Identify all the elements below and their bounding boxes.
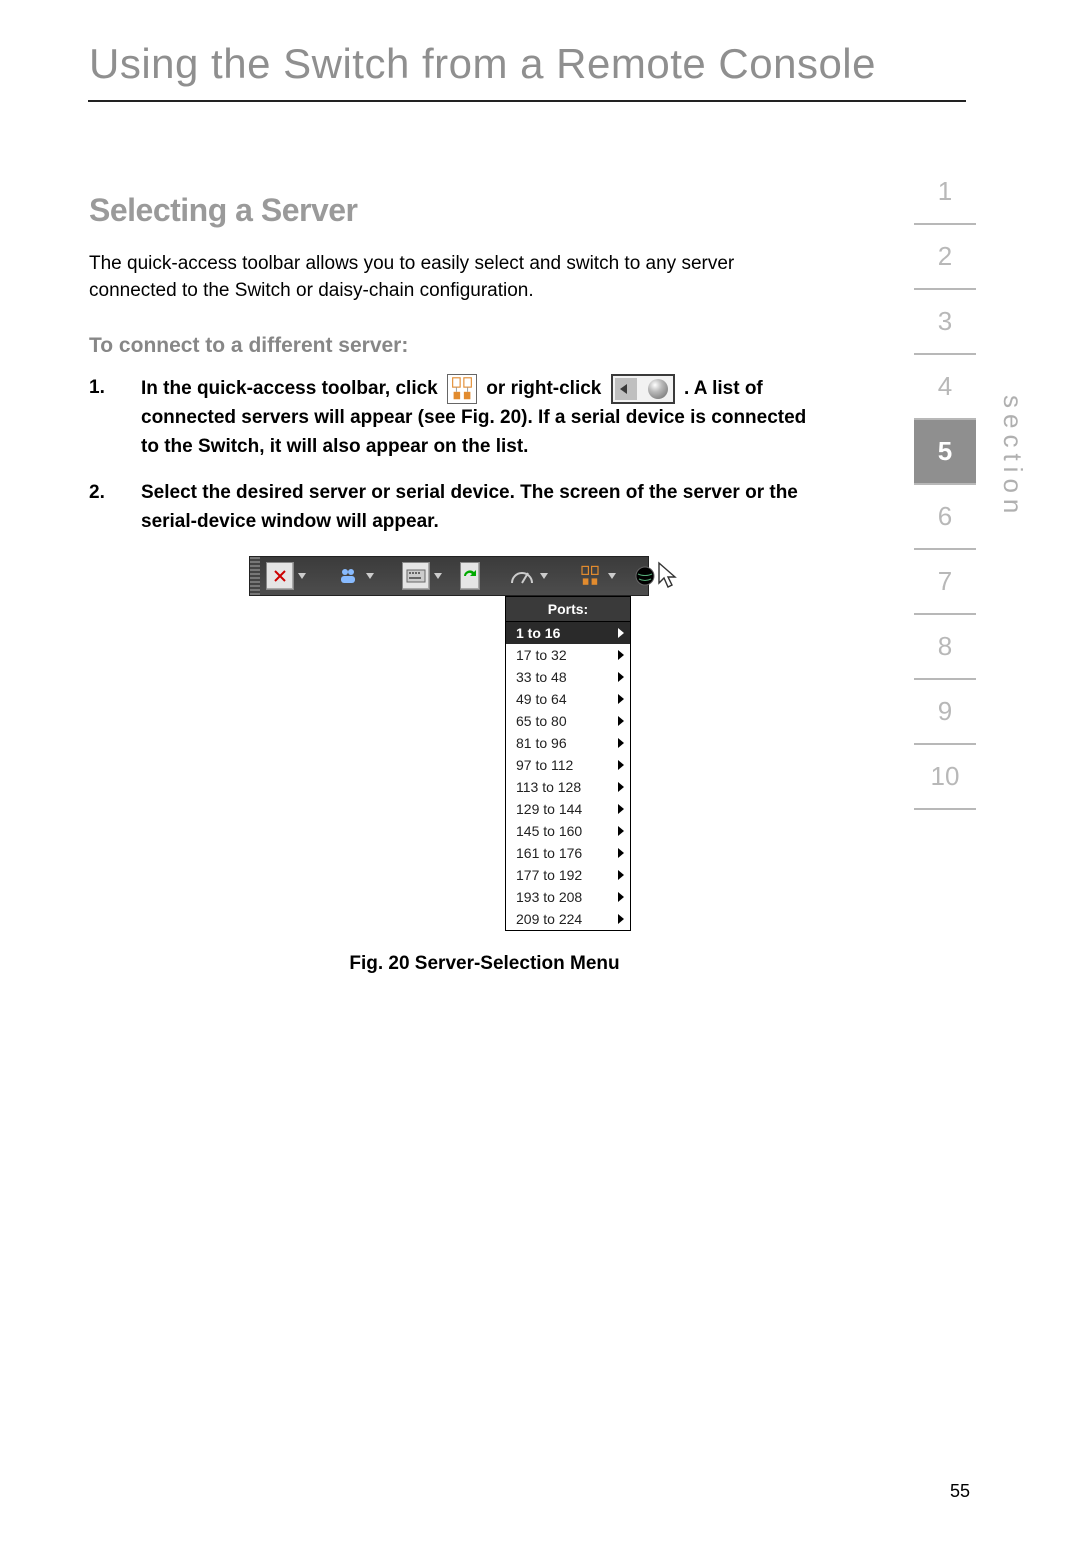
toolbar-grip-icon bbox=[250, 557, 260, 595]
submenu-arrow-icon bbox=[618, 738, 624, 748]
submenu-arrow-icon bbox=[618, 870, 624, 880]
ports-menu-item-label: 209 to 224 bbox=[516, 911, 582, 927]
submenu-arrow-icon bbox=[618, 760, 624, 770]
section-nav-item[interactable]: 3 bbox=[914, 290, 976, 355]
figure-20: Ports: 1 to 16 17 to 32 33 to 48 49 to 64 65… bbox=[249, 556, 649, 931]
submenu-arrow-icon bbox=[618, 628, 624, 638]
section-nav-label: section bbox=[997, 395, 1028, 519]
submenu-arrow-icon bbox=[618, 672, 624, 682]
ports-menu-item[interactable]: 193 to 208 bbox=[506, 886, 630, 908]
ports-menu-item-label: 17 to 32 bbox=[516, 647, 567, 663]
submenu-arrow-icon bbox=[618, 848, 624, 858]
switch-servers-icon[interactable] bbox=[576, 562, 604, 590]
ports-menu-item[interactable]: 65 to 80 bbox=[506, 710, 630, 732]
main-content: Selecting a Server The quick-access tool… bbox=[89, 192, 820, 975]
submenu-arrow-icon bbox=[618, 826, 624, 836]
ports-menu-item-label: 177 to 192 bbox=[516, 867, 582, 883]
ports-menu-item[interactable]: 129 to 144 bbox=[506, 798, 630, 820]
procedure-heading: To connect to a different server: bbox=[89, 334, 820, 358]
speed-icon[interactable] bbox=[508, 562, 536, 590]
ports-menu-item[interactable]: 145 to 160 bbox=[506, 820, 630, 842]
submenu-arrow-icon bbox=[618, 892, 624, 902]
ports-menu-item[interactable]: 81 to 96 bbox=[506, 732, 630, 754]
cursor-icon bbox=[656, 561, 678, 596]
ports-menu-header: Ports: bbox=[506, 597, 630, 622]
section-nav-item[interactable]: 10 bbox=[914, 745, 976, 810]
right-click-target-icon bbox=[611, 374, 675, 404]
section-heading: Selecting a Server bbox=[89, 192, 820, 229]
ports-menu-item[interactable]: 17 to 32 bbox=[506, 644, 630, 666]
keyboard-icon[interactable] bbox=[402, 562, 430, 590]
section-nav-item[interactable]: 2 bbox=[914, 225, 976, 290]
dropdown-icon[interactable] bbox=[540, 573, 548, 579]
figure-caption: Fig. 20 Server-Selection Menu bbox=[149, 953, 820, 975]
ports-menu-item-label: 49 to 64 bbox=[516, 691, 567, 707]
ports-menu-item-label: 97 to 112 bbox=[516, 757, 573, 773]
procedure-steps: In the quick-access toolbar, click or ri… bbox=[89, 374, 820, 536]
divider bbox=[88, 100, 966, 102]
step-2: Select the desired server or serial devi… bbox=[89, 479, 820, 536]
dropdown-icon[interactable] bbox=[608, 573, 616, 579]
submenu-arrow-icon bbox=[618, 804, 624, 814]
ports-menu-item[interactable]: 97 to 112 bbox=[506, 754, 630, 776]
ports-menu-item[interactable]: 1 to 16 bbox=[506, 622, 630, 644]
ports-menu-item-label: 145 to 160 bbox=[516, 823, 582, 839]
chapter-title: Using the Switch from a Remote Console bbox=[89, 40, 1080, 88]
submenu-arrow-icon bbox=[618, 782, 624, 792]
dropdown-icon[interactable] bbox=[366, 573, 374, 579]
ports-menu-item[interactable]: 177 to 192 bbox=[506, 864, 630, 886]
dropdown-icon[interactable] bbox=[434, 573, 442, 579]
submenu-arrow-icon bbox=[618, 716, 624, 726]
ports-menu: Ports: 1 to 16 17 to 32 33 to 48 49 to 64 65… bbox=[505, 596, 631, 931]
ports-menu-item-label: 113 to 128 bbox=[516, 779, 581, 795]
sync-icon[interactable] bbox=[460, 562, 480, 590]
close-icon[interactable] bbox=[266, 562, 294, 590]
switch-servers-icon bbox=[447, 374, 477, 404]
ports-menu-item[interactable]: 49 to 64 bbox=[506, 688, 630, 710]
dropdown-icon[interactable] bbox=[298, 573, 306, 579]
section-nav-item[interactable]: 4 bbox=[914, 355, 976, 420]
ports-menu-item[interactable]: 113 to 128 bbox=[506, 776, 630, 798]
section-nav-item[interactable]: 5 bbox=[914, 420, 976, 485]
ports-menu-item-label: 33 to 48 bbox=[516, 669, 567, 685]
section-nav-item[interactable]: 1 bbox=[914, 160, 976, 225]
ports-menu-item-label: 1 to 16 bbox=[516, 625, 560, 641]
ports-menu-item-label: 65 to 80 bbox=[516, 713, 567, 729]
intro-paragraph: The quick-access toolbar allows you to e… bbox=[89, 251, 820, 304]
submenu-arrow-icon bbox=[618, 694, 624, 704]
ports-menu-item-label: 193 to 208 bbox=[516, 889, 582, 905]
step-1-text-b: or right-click bbox=[486, 378, 606, 399]
ports-menu-item-label: 81 to 96 bbox=[516, 735, 567, 751]
step-1: In the quick-access toolbar, click or ri… bbox=[89, 374, 820, 461]
section-nav-item[interactable]: 7 bbox=[914, 550, 976, 615]
ports-menu-item[interactable]: 209 to 224 bbox=[506, 908, 630, 930]
globe-icon[interactable] bbox=[634, 562, 656, 590]
section-nav: 12345678910 bbox=[914, 160, 976, 810]
ports-menu-item-label: 161 to 176 bbox=[516, 845, 582, 861]
ports-menu-item[interactable]: 161 to 176 bbox=[506, 842, 630, 864]
section-nav-item[interactable]: 9 bbox=[914, 680, 976, 745]
page-number: 55 bbox=[950, 1481, 970, 1502]
ports-menu-item[interactable]: 33 to 48 bbox=[506, 666, 630, 688]
people-icon[interactable] bbox=[334, 562, 362, 590]
step-1-text-a: In the quick-access toolbar, click bbox=[141, 378, 443, 399]
quick-access-toolbar bbox=[249, 556, 649, 596]
section-nav-item[interactable]: 8 bbox=[914, 615, 976, 680]
submenu-arrow-icon bbox=[618, 650, 624, 660]
ports-menu-item-label: 129 to 144 bbox=[516, 801, 582, 817]
submenu-arrow-icon bbox=[618, 914, 624, 924]
section-nav-item[interactable]: 6 bbox=[914, 485, 976, 550]
